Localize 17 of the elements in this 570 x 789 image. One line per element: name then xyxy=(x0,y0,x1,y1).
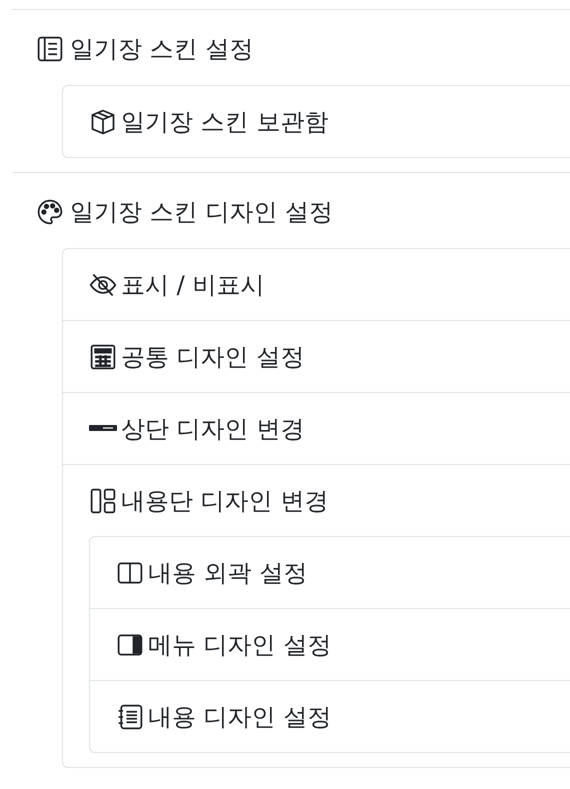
menu-item[interactable]: 상단 디자인 변경 xyxy=(63,393,570,464)
list-page-icon xyxy=(36,35,64,63)
grid-window-icon xyxy=(89,342,117,370)
menu-item[interactable]: 공통 디자인 설정 xyxy=(63,321,570,392)
section-heading: 일기장 스킨 설정 xyxy=(0,10,570,71)
menu-item[interactable]: 메뉴 디자인 설정 xyxy=(90,609,570,680)
bar-icon xyxy=(89,425,117,432)
section-heading: 일기장 스킨 디자인 설정 xyxy=(0,173,570,234)
menu-item[interactable]: 내용 외곽 설정 xyxy=(90,537,570,608)
palette-icon xyxy=(36,198,64,226)
menu-item[interactable]: 내용 디자인 설정 xyxy=(90,681,570,752)
box-icon xyxy=(89,108,117,136)
layout-icon xyxy=(89,486,117,514)
menu-item[interactable]: 일기장 스킨 보관함 xyxy=(63,86,570,157)
menu-item[interactable]: 내용단 디자인 변경 xyxy=(63,465,570,536)
notebook-icon xyxy=(116,702,144,730)
menu-item[interactable]: 표시 / 비표시 xyxy=(63,249,570,320)
